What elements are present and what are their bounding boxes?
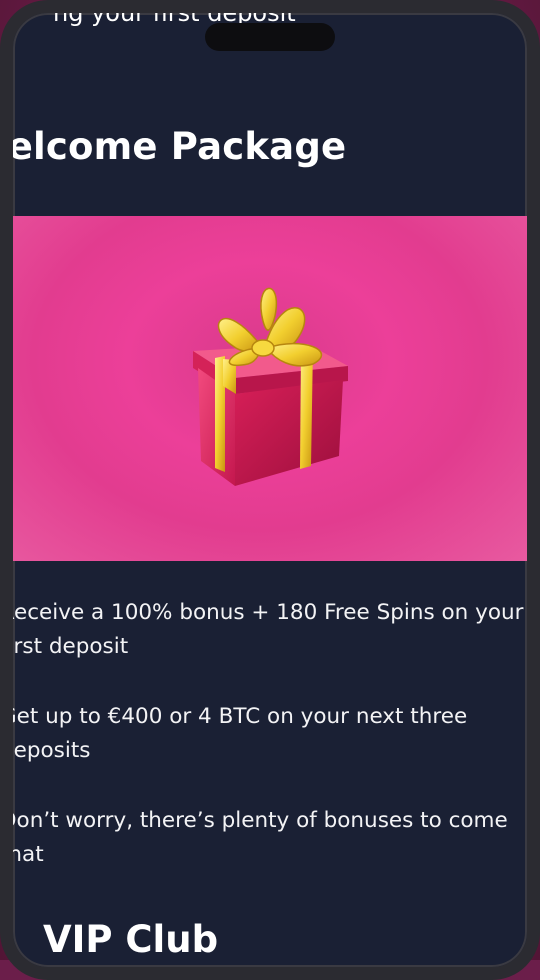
bonus-text-next-deposits: Get up to €400 or 4 BTC on your next thr…: [0, 704, 468, 763]
next-section-title: VIP Club: [43, 918, 219, 961]
gift-box-icon: [193, 287, 348, 486]
section-title: Welcome Package: [0, 125, 347, 168]
screen-content[interactable]: ng your first deposit Welcome Package Re…: [13, 13, 527, 967]
phone-frame: ng your first deposit Welcome Package Re…: [0, 0, 540, 980]
phone-notch: [205, 23, 335, 51]
bonus-text-first-deposit: Receive a 100% bonus + 180 Free Spins on…: [0, 600, 524, 659]
bonus-text-more: Don’t worry, there’s plenty of bonuses t…: [0, 808, 508, 867]
welcome-banner: [13, 216, 527, 561]
